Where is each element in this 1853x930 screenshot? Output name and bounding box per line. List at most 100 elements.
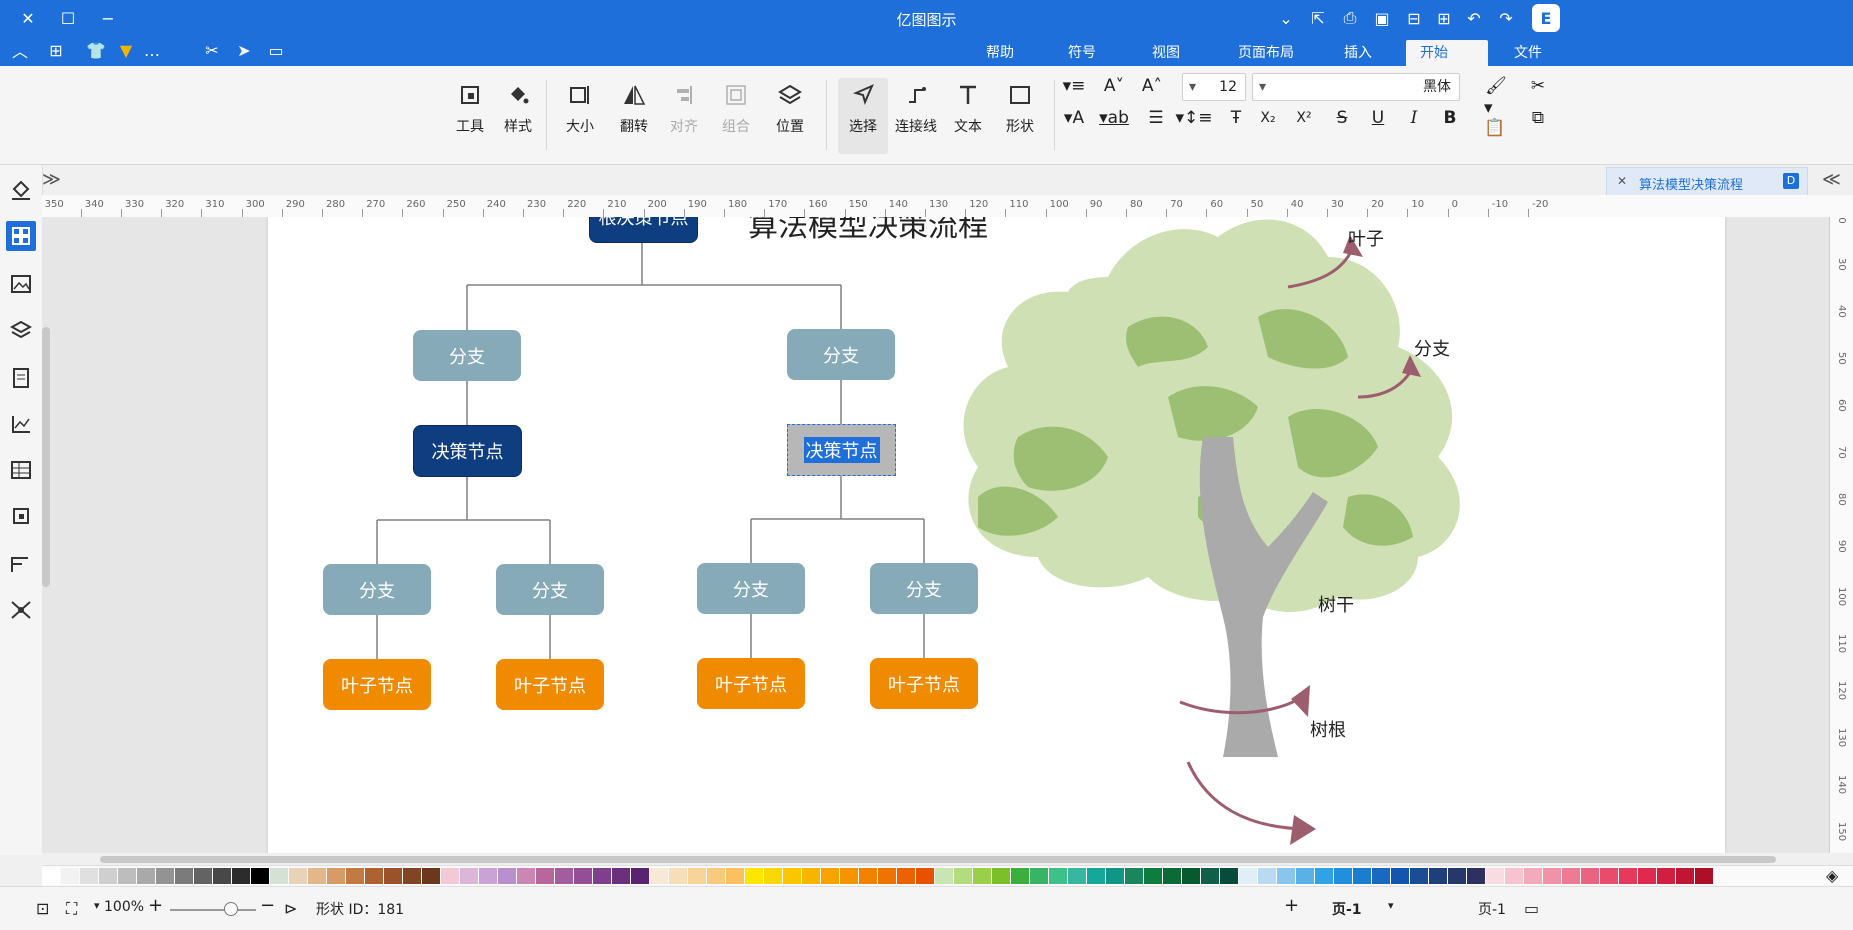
fit-page-icon[interactable]: ⊡ <box>36 899 49 918</box>
color-swatch[interactable] <box>859 868 877 884</box>
color-swatch[interactable] <box>61 868 79 884</box>
color-swatch[interactable] <box>99 868 117 884</box>
page-panel-icon[interactable]: ▭ <box>1524 899 1539 918</box>
color-swatch[interactable] <box>593 868 611 884</box>
color-swatch[interactable] <box>1125 868 1143 884</box>
fullscreen-icon[interactable]: ⛶ <box>66 899 77 919</box>
share-icon[interactable]: ⇱ <box>1306 6 1330 30</box>
color-swatch[interactable] <box>1258 868 1276 884</box>
color-swatch[interactable] <box>1543 868 1561 884</box>
clear-format-icon[interactable]: Ŧ <box>1224 106 1248 130</box>
leaf-node[interactable]: 叶子节点 <box>496 659 604 710</box>
color-swatch[interactable] <box>1163 868 1181 884</box>
color-swatch[interactable] <box>1068 868 1086 884</box>
color-swatch[interactable] <box>1524 868 1542 884</box>
color-swatch[interactable] <box>745 868 763 884</box>
color-swatch[interactable] <box>726 868 744 884</box>
line-spacing-dropdown-icon[interactable]: ▾≡ <box>1062 74 1086 98</box>
branch-node[interactable]: 分支 <box>787 329 895 380</box>
document-tab[interactable]: ✕ 算法模型决策流程 D <box>1606 167 1808 197</box>
grid-icon[interactable]: ⊞ <box>44 38 68 62</box>
color-swatch[interactable] <box>1315 868 1333 884</box>
color-swatch[interactable] <box>1429 868 1447 884</box>
color-swatch[interactable] <box>1562 868 1580 884</box>
color-swatch[interactable] <box>954 868 972 884</box>
open-folder-icon[interactable]: ⊟ <box>1402 6 1426 30</box>
canvas-area[interactable]: 算法模型决策流程 根决策节点 分支 分支 决策节点 决策节点 分支 分支 分支 … <box>42 217 1829 853</box>
color-swatch[interactable] <box>1372 868 1390 884</box>
decrease-font-icon[interactable]: A˅ <box>1102 74 1126 98</box>
tree-label-trunk[interactable]: 树干 <box>1318 591 1354 617</box>
text-button[interactable]: 文本 <box>944 78 992 154</box>
color-swatch[interactable] <box>346 868 364 884</box>
color-swatch[interactable] <box>612 868 630 884</box>
color-swatch[interactable] <box>1467 868 1485 884</box>
color-swatch[interactable] <box>992 868 1010 884</box>
image-icon[interactable] <box>6 269 36 299</box>
line-height-icon[interactable]: ▾↕≡ <box>1175 106 1212 130</box>
color-swatch[interactable] <box>1239 868 1257 884</box>
horizontal-scrollbar-thumb[interactable] <box>100 856 1776 863</box>
expand-left-panel-icon[interactable]: ≫ <box>42 169 70 190</box>
shape-button[interactable]: 形状 <box>996 78 1044 154</box>
color-swatch[interactable] <box>80 868 98 884</box>
color-swatch[interactable] <box>479 868 497 884</box>
paste-icon[interactable]: ▾📋 <box>1484 98 1508 138</box>
drawing-page[interactable]: 算法模型决策流程 根决策节点 分支 分支 决策节点 决策节点 分支 分支 分支 … <box>268 217 1725 853</box>
print-icon[interactable]: ⎙ <box>1338 6 1362 30</box>
color-swatch[interactable] <box>631 868 649 884</box>
strikethrough-icon[interactable]: S <box>1330 106 1354 130</box>
zoom-slider-thumb[interactable] <box>224 902 238 916</box>
comment-icon[interactable]: ▭ <box>264 38 288 62</box>
send-icon[interactable]: ➤ <box>232 38 256 62</box>
connector-button[interactable]: 连接线 <box>892 78 940 154</box>
play-icon[interactable]: ⊳ <box>284 899 297 918</box>
color-swatch[interactable] <box>1334 868 1352 884</box>
page-dropdown-icon[interactable]: ▾ <box>1388 899 1394 912</box>
diagram-title[interactable]: 算法模型决策流程 <box>748 217 988 245</box>
tab-insert[interactable]: 插入 <box>1330 40 1386 66</box>
color-swatch[interactable] <box>840 868 858 884</box>
font-color-icon[interactable]: ▾A <box>1062 106 1086 130</box>
branch-node[interactable]: 分支 <box>413 330 521 381</box>
color-swatch[interactable] <box>1600 868 1618 884</box>
horizontal-scrollbar[interactable] <box>42 853 1829 865</box>
group-button[interactable]: 组合 <box>712 78 760 154</box>
color-swatch[interactable] <box>688 868 706 884</box>
tab-home[interactable]: 开始 <box>1406 40 1488 66</box>
color-swatch[interactable] <box>270 868 288 884</box>
vertical-scrollbar-thumb[interactable] <box>42 327 50 587</box>
zoom-dropdown-icon[interactable]: ▾ <box>94 899 100 912</box>
color-swatch[interactable] <box>707 868 725 884</box>
font-size-combo[interactable]: ▾ 12 <box>1182 73 1246 101</box>
tab-symbols[interactable]: 符号 <box>1054 40 1110 66</box>
zoom-slider-track[interactable] <box>170 909 256 911</box>
color-swatch[interactable] <box>1505 868 1523 884</box>
color-swatch[interactable] <box>289 868 307 884</box>
color-swatch[interactable] <box>232 868 250 884</box>
color-swatch[interactable] <box>1087 868 1105 884</box>
decision-node-selected[interactable]: 决策节点 <box>787 424 896 476</box>
color-swatch[interactable] <box>1201 868 1219 884</box>
size-button[interactable]: 大小 <box>556 78 604 154</box>
root-decision-node[interactable]: 根决策节点 <box>589 217 698 243</box>
page-icon[interactable] <box>6 363 36 393</box>
underline-icon[interactable]: U <box>1366 106 1390 130</box>
chevron-down-icon[interactable]: ▾ <box>1259 74 1266 100</box>
tab-help[interactable]: 帮助 <box>972 40 1028 66</box>
color-swatch[interactable] <box>821 868 839 884</box>
color-swatch[interactable] <box>878 868 896 884</box>
color-swatch[interactable] <box>1619 868 1637 884</box>
bold-icon[interactable]: B <box>1438 106 1462 130</box>
color-swatch[interactable] <box>897 868 915 884</box>
color-swatch[interactable] <box>1695 868 1713 884</box>
leaf-node[interactable]: 叶子节点 <box>323 659 431 710</box>
network-icon[interactable] <box>6 595 36 625</box>
color-swatch[interactable] <box>137 868 155 884</box>
color-swatch[interactable] <box>365 868 383 884</box>
copy-icon[interactable]: ⧉ <box>1526 106 1550 130</box>
undo-icon[interactable]: ↶ <box>1462 6 1486 30</box>
color-swatch[interactable] <box>251 868 269 884</box>
color-swatch[interactable] <box>1486 868 1504 884</box>
format-painter-icon[interactable]: 🖌 <box>1484 74 1508 98</box>
